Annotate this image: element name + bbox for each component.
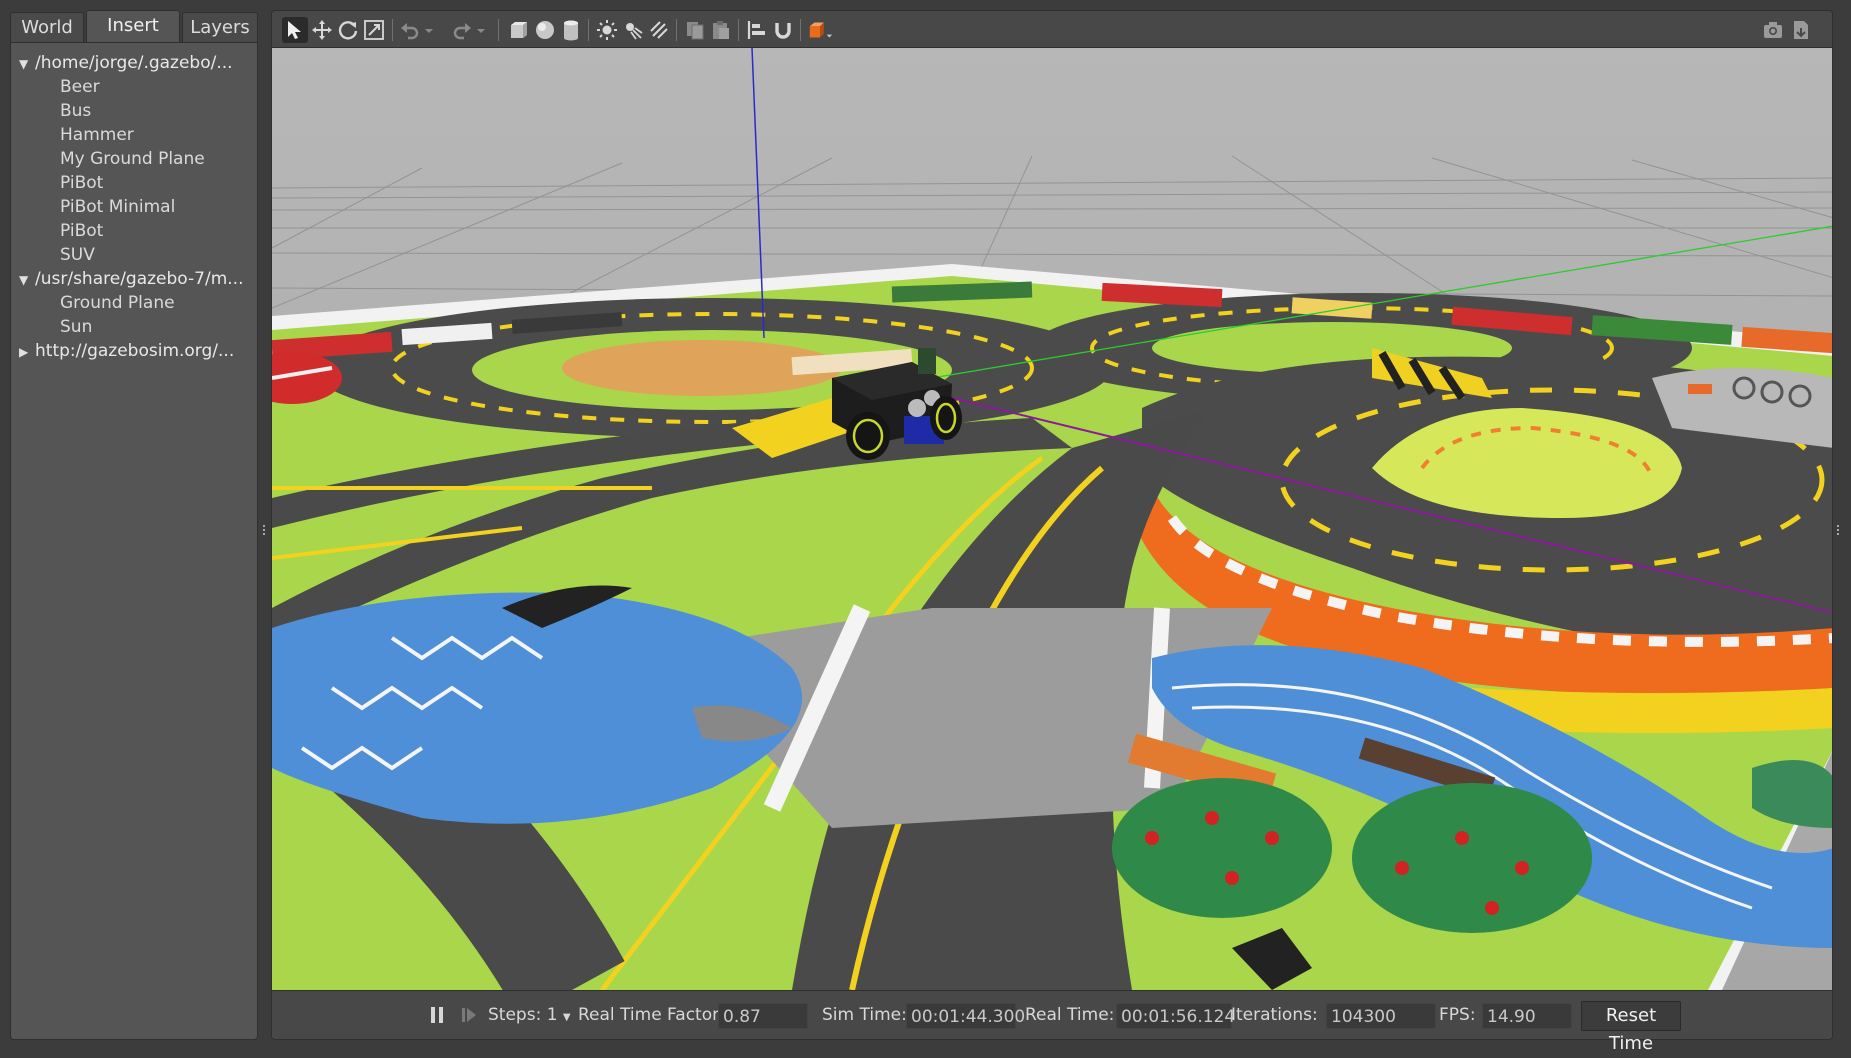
iterations-label: Iterations: xyxy=(1231,1005,1318,1025)
rtf-label: Real Time Factor: xyxy=(578,1005,725,1025)
tree-item-bus[interactable]: Bus xyxy=(60,99,91,123)
tree-group-path: /usr/share/gazebo-7/m... xyxy=(35,269,244,289)
chevron-down-icon[interactable]: ▼ xyxy=(19,268,35,292)
tree-item-beer[interactable]: Beer xyxy=(60,75,100,99)
scene-render xyxy=(272,48,1832,990)
toolbar xyxy=(271,10,1833,48)
chevron-down-icon[interactable]: ▼ xyxy=(19,52,35,76)
tree-item-suv[interactable]: SUV xyxy=(60,243,95,267)
log-icon[interactable] xyxy=(1788,17,1814,43)
status-bar: Steps: 1 ▼ Real Time Factor: 0.87 Sim Ti… xyxy=(271,990,1833,1054)
steps-label: Steps: 1 xyxy=(488,1005,558,1025)
iterations-field: 104300 xyxy=(1326,1003,1436,1029)
splitter-handle[interactable] xyxy=(262,521,266,535)
sphere-icon[interactable] xyxy=(532,17,558,43)
real-time-field: 00:01:56.124 xyxy=(1116,1003,1235,1029)
tree-group-path: http://gazebosim.org/... xyxy=(35,341,235,361)
sim-time-label: Sim Time: xyxy=(822,1005,907,1025)
align-icon[interactable] xyxy=(744,17,770,43)
tree-item-my-ground-plane[interactable]: My Ground Plane xyxy=(60,147,205,171)
pause-icon[interactable] xyxy=(424,1002,450,1028)
tab-layers[interactable]: Layers xyxy=(182,12,258,42)
copy-icon[interactable] xyxy=(682,17,708,43)
directional-light-icon[interactable] xyxy=(646,17,672,43)
tab-bar: World Insert Layers xyxy=(10,10,258,43)
chevron-down-icon[interactable]: ▼ xyxy=(563,1012,571,1023)
tree-item-ground-plane[interactable]: Ground Plane xyxy=(60,291,175,315)
box-icon[interactable] xyxy=(506,17,532,43)
tree-group-local[interactable]: ▼/home/jorge/.gazebo/... xyxy=(19,51,233,75)
tree-item-pibot-minimal[interactable]: PiBot Minimal xyxy=(60,195,175,219)
snap-icon[interactable] xyxy=(770,17,796,43)
tree-item-hammer[interactable]: Hammer xyxy=(60,123,134,147)
point-light-icon[interactable] xyxy=(594,17,620,43)
redo-dropdown-icon[interactable] xyxy=(474,17,488,43)
tab-insert[interactable]: Insert xyxy=(86,10,180,43)
translate-icon[interactable] xyxy=(309,17,335,43)
3d-viewport[interactable] xyxy=(271,48,1833,990)
tree-item-pibot[interactable]: PiBot xyxy=(60,171,103,195)
paste-icon[interactable] xyxy=(708,17,734,43)
select-arrow-icon[interactable] xyxy=(282,17,308,43)
chevron-right-icon[interactable]: ▶ xyxy=(19,340,35,364)
left-panel: World Insert Layers ▼/home/jorge/.gazebo… xyxy=(10,10,258,1040)
fps-field: 14.90 xyxy=(1482,1003,1572,1029)
redo-icon[interactable] xyxy=(448,17,474,43)
tree-group-online[interactable]: ▶ http://gazebosim.org/... xyxy=(19,339,234,363)
step-icon[interactable] xyxy=(456,1002,482,1028)
steps-selector[interactable]: Steps: 1 ▼ xyxy=(488,1005,571,1028)
reset-time-button[interactable]: Reset Time xyxy=(1581,1001,1681,1054)
splitter-handle-right[interactable] xyxy=(1836,521,1840,535)
cylinder-icon[interactable] xyxy=(558,17,584,43)
sim-time-field: 00:01:44.300 xyxy=(906,1003,1025,1029)
fps-label: FPS: xyxy=(1439,1005,1476,1025)
tree-group-system[interactable]: ▼/usr/share/gazebo-7/m... xyxy=(19,267,243,291)
rtf-field: 0.87 xyxy=(718,1003,808,1029)
real-time-label: Real Time: xyxy=(1025,1005,1115,1025)
model-tree: ▼/home/jorge/.gazebo/... Beer Bus Hammer… xyxy=(10,42,258,1040)
view-angle-icon[interactable] xyxy=(806,17,836,43)
tab-world[interactable]: World xyxy=(10,12,84,42)
spot-light-icon[interactable] xyxy=(620,17,646,43)
tree-group-path: /home/jorge/.gazebo/... xyxy=(35,53,233,73)
undo-icon[interactable] xyxy=(398,17,424,43)
screenshot-icon[interactable] xyxy=(1760,17,1786,43)
tree-item-sun[interactable]: Sun xyxy=(60,315,92,339)
undo-dropdown-icon[interactable] xyxy=(422,17,436,43)
scale-icon[interactable] xyxy=(361,17,387,43)
tree-item-pibot-2[interactable]: PiBot xyxy=(60,219,103,243)
rotate-icon[interactable] xyxy=(335,17,361,43)
